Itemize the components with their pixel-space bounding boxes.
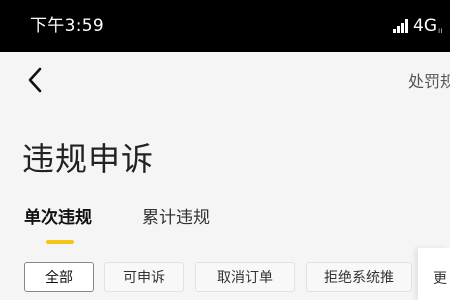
chevron-left-icon — [28, 67, 42, 93]
status-bar: 下午3:59 4G ıı — [0, 0, 450, 52]
active-tab-indicator — [46, 240, 74, 244]
status-time: 下午3:59 — [30, 16, 104, 36]
tab-cumulative-violation[interactable]: 累计违规 — [142, 206, 210, 230]
filter-chip-row: 全部 可申诉 取消订单 拒绝系统推 — [0, 262, 450, 294]
network-activity: ıı — [438, 26, 443, 35]
tab-single-violation[interactable]: 单次违规 — [24, 206, 92, 230]
more-filters-button[interactable]: 更 — [418, 248, 450, 300]
navigation-bar: 处罚规 — [0, 52, 450, 108]
network-type: 4G — [413, 16, 437, 36]
signal-icon — [393, 19, 409, 33]
page-title: 违规申诉 — [22, 140, 155, 178]
back-button[interactable] — [22, 64, 52, 96]
status-indicators: 4G ıı — [393, 15, 442, 37]
filter-chip-all[interactable]: 全部 — [24, 262, 94, 292]
app-screen: 下午3:59 4G ıı 处罚规 违规申诉 单次违规 累计违规 全部 可申诉 取… — [0, 0, 450, 300]
filter-chip-reject-system-push[interactable]: 拒绝系统推 — [306, 262, 412, 292]
filter-chip-cancel-order[interactable]: 取消订单 — [195, 262, 295, 292]
tab-bar: 单次违规 累计违规 — [0, 200, 450, 246]
penalty-rules-link[interactable]: 处罚规 — [408, 68, 450, 92]
filter-chip-appealable[interactable]: 可申诉 — [104, 262, 184, 292]
more-filters-label: 更 — [433, 271, 447, 287]
